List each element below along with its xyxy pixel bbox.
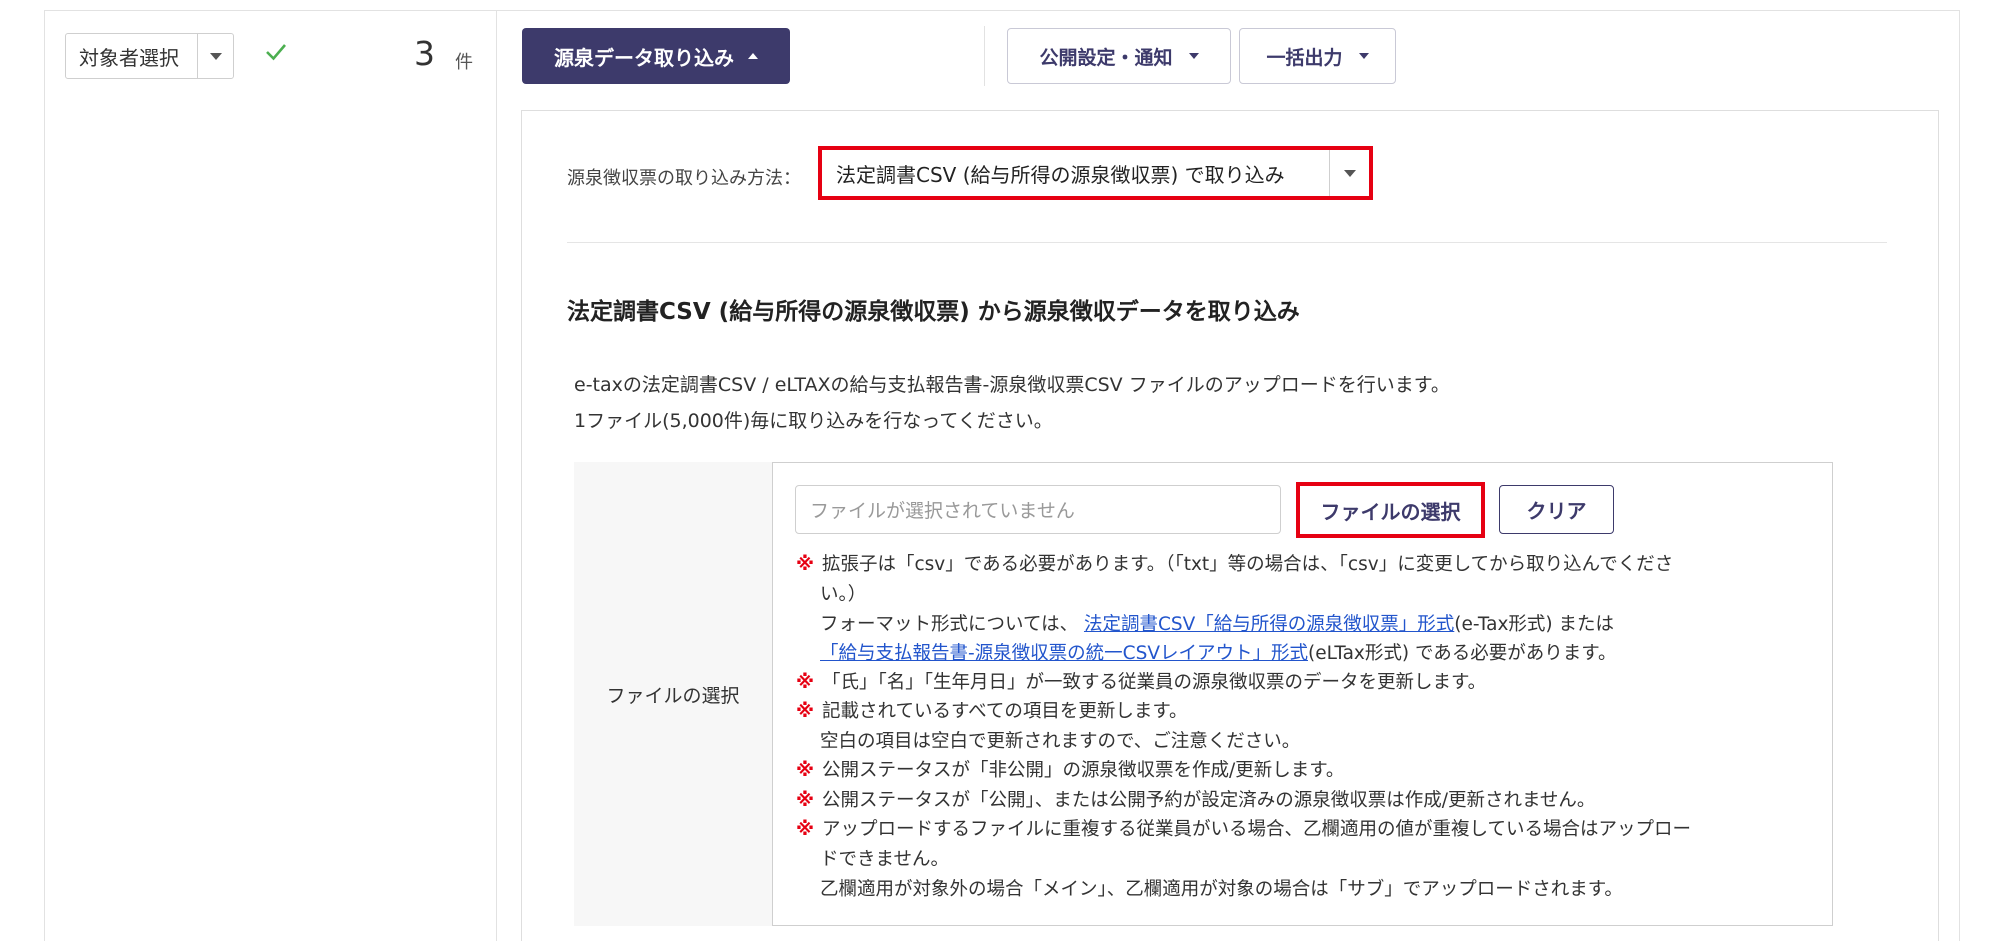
- note-format-cont: 「給与支払報告書-源泉徴収票の統一CSVレイアウト」形式(eLTax形式) であ…: [820, 643, 1617, 664]
- chevron-down-icon[interactable]: [1329, 150, 1369, 196]
- publish-settings-label: 公開設定・通知: [1039, 46, 1173, 69]
- note-match: ※ 「氏」「名」「生年月日」が一致する従業員の源泉徴収票のデータを更新します。: [796, 672, 1487, 693]
- divider: [567, 242, 1887, 243]
- record-count-unit: 件: [455, 52, 473, 73]
- chevron-up-icon: [748, 53, 758, 59]
- note-duplicate-cont-2: 乙欄適用が対象外の場合「メイン」、乙欄適用が対象の場合は「サブ」でアップロードさ…: [820, 879, 1623, 900]
- note-extension-cont: い。）: [820, 584, 867, 605]
- description-line-2: 1ファイル(5,000件)毎に取り込みを行なってください。: [574, 410, 1053, 432]
- note-text: (e-Tax形式) または: [1454, 614, 1614, 635]
- check-icon: [266, 44, 286, 61]
- note-update-all-cont: 空白の項目は空白で更新されますので、ご注意ください。: [820, 731, 1301, 752]
- note-text: アップロードするファイルに重複する従業員がいる場合、乙欄適用の値が重複している場…: [822, 819, 1691, 840]
- note-mark: ※: [796, 672, 814, 693]
- note-format: フォーマット形式については、 法定調書CSV「給与所得の源泉徴収票」形式(e-T…: [820, 614, 1614, 635]
- note-text: 拡張子は「csv」である必要があります。（「txt」等の場合は、「csv」に変更…: [822, 554, 1674, 575]
- note-text: 記載されているすべての項目を更新します。: [822, 701, 1188, 722]
- choose-file-button[interactable]: ファイルの選択: [1296, 482, 1485, 538]
- note-private: ※ 公開ステータスが「非公開」の源泉徴収票を作成/更新します。: [796, 760, 1345, 781]
- note-mark: ※: [796, 701, 814, 722]
- import-data-button[interactable]: 源泉データ取り込み: [522, 28, 790, 84]
- clear-button[interactable]: クリア: [1499, 485, 1614, 534]
- note-duplicate-cont: ドできません。: [820, 849, 949, 870]
- note-duplicate: ※ アップロードするファイルに重複する従業員がいる場合、乙欄適用の値が重複している…: [796, 819, 1691, 840]
- target-select-label: 対象者選択: [79, 45, 179, 70]
- description-line-1: e-taxの法定調書CSV / eLTAXの給与支払報告書-源泉徴収票CSV フ…: [574, 374, 1450, 396]
- record-count: 3: [414, 34, 435, 73]
- chevron-down-icon: [1358, 53, 1369, 59]
- note-mark: ※: [796, 819, 814, 840]
- bulk-export-label: 一括出力: [1266, 46, 1343, 69]
- note-mark: ※: [796, 554, 814, 575]
- note-text: 公開ステータスが「公開」、または公開予約が設定済みの源泉徴収票は作成/更新されま…: [822, 790, 1596, 811]
- section-title: 法定調書CSV (給与所得の源泉徴収票) から源泉徴収データを取り込み: [567, 299, 1300, 325]
- eltax-format-link[interactable]: 「給与支払報告書-源泉徴収票の統一CSVレイアウト」形式: [820, 643, 1308, 664]
- note-text: フォーマット形式については、: [820, 614, 1079, 635]
- chevron-down-icon[interactable]: [197, 34, 233, 78]
- publish-settings-button[interactable]: 公開設定・通知: [1007, 28, 1231, 84]
- import-method-label: 源泉徴収票の取り込み方法：: [567, 168, 801, 189]
- note-text: 公開ステータスが「非公開」の源泉徴収票を作成/更新します。: [822, 760, 1345, 781]
- note-mark: ※: [796, 760, 814, 781]
- import-method-select[interactable]: 法定調書CSV (給与所得の源泉徴収票) で取り込み: [818, 146, 1373, 200]
- toolbar-divider: [984, 26, 985, 86]
- note-text: 「氏」「名」「生年月日」が一致する従業員の源泉徴収票のデータを更新します。: [822, 672, 1487, 693]
- import-method-value: 法定調書CSV (給与所得の源泉徴収票) で取り込み: [836, 162, 1285, 187]
- note-mark: ※: [796, 790, 814, 811]
- chevron-down-icon: [1188, 53, 1199, 59]
- file-table-header: ファイルの選択: [574, 462, 773, 926]
- bulk-export-button[interactable]: 一括出力: [1239, 28, 1396, 84]
- file-name-input[interactable]: ファイルが選択されていません: [795, 485, 1281, 534]
- target-select-dropdown[interactable]: 対象者選択: [65, 33, 234, 79]
- note-public: ※ 公開ステータスが「公開」、または公開予約が設定済みの源泉徴収票は作成/更新され…: [796, 790, 1596, 811]
- import-data-label: 源泉データ取り込み: [554, 45, 734, 70]
- note-extension: ※ 拡張子は「csv」である必要があります。（「txt」等の場合は、「csv」に変…: [796, 554, 1674, 575]
- note-update-all: ※ 記載されているすべての項目を更新します。: [796, 701, 1188, 722]
- left-column: [44, 10, 497, 941]
- etax-format-link[interactable]: 法定調書CSV「給与所得の源泉徴収票」形式: [1084, 614, 1454, 635]
- note-text: (eLTax形式) である必要があります。: [1308, 643, 1617, 664]
